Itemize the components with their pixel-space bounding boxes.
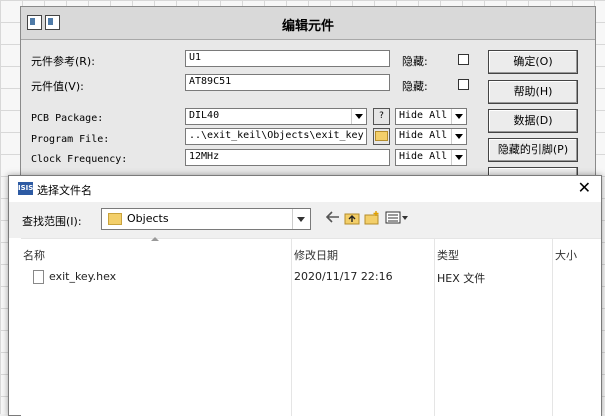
data-button[interactable]: 数据(D) (488, 109, 578, 133)
isis-app-icon: ISIS (18, 182, 33, 195)
chevron-down-icon (451, 129, 466, 144)
column-divider (434, 239, 435, 416)
column-header-type[interactable]: 类型 (437, 247, 459, 263)
new-folder-icon[interactable] (364, 211, 380, 226)
pcb-package-label: PCB Package: (31, 113, 104, 124)
file-modified: 2020/11/17 22:16 (294, 270, 393, 283)
column-divider (291, 239, 292, 416)
component-value-input[interactable]: AT89C51 (185, 74, 390, 91)
visibility-value: Hide All (399, 110, 448, 121)
pcb-package-select[interactable]: DIL40 (185, 108, 367, 125)
component-reference-input[interactable]: U1 (185, 50, 390, 67)
edit-component-dialog: 编辑元件 元件参考(R): U1 隐藏: 元件值(V): AT89C51 隐藏:… (20, 6, 596, 178)
file-name: exit_key.hex (49, 270, 117, 283)
select-file-dialog: ISIS 选择文件名 ✕ 查找范围(I): Objects 名称 修改日期 类型 (8, 175, 602, 416)
visibility-value: Hide All (399, 130, 448, 141)
file-dialog-titlebar: ISIS 选择文件名 ✕ (9, 176, 601, 202)
edit-dialog-title: 编辑元件 (281, 19, 334, 34)
close-icon[interactable]: ✕ (578, 179, 591, 197)
look-in-select[interactable]: Objects (101, 208, 311, 230)
component-reference-label: 元件参考(R): (31, 55, 95, 68)
browse-folder-button[interactable] (373, 128, 390, 145)
view-menu-icon[interactable] (385, 211, 411, 226)
look-in-label: 查找范围(I): (22, 215, 82, 228)
back-arrow-icon[interactable] (325, 211, 341, 226)
clock-frequency-visibility-select[interactable]: Hide All (395, 149, 467, 166)
file-type: HEX 文件 (437, 272, 486, 285)
folder-icon (375, 130, 388, 141)
ok-button[interactable]: 确定(O) (488, 50, 578, 74)
component-value-label: 元件值(V): (31, 80, 84, 93)
file-row[interactable]: exit_key.hex 2020/11/17 22:16 HEX 文件 (21, 267, 601, 287)
help-button[interactable]: 帮助(H) (488, 80, 578, 104)
column-divider (552, 239, 553, 416)
column-header-name[interactable]: 名称 (23, 247, 45, 263)
visibility-value: Hide All (399, 151, 448, 162)
pcb-package-visibility-select[interactable]: Hide All (395, 108, 467, 125)
edit-dialog-titlebar: 编辑元件 (21, 7, 595, 40)
chevron-down-icon (351, 109, 366, 124)
chevron-down-icon (451, 109, 466, 124)
hidden-pins-button[interactable]: 隐藏的引脚(P) (488, 138, 578, 162)
sort-ascending-icon (151, 237, 159, 241)
chevron-down-icon (451, 150, 466, 165)
clock-frequency-label: Clock Frequency: (31, 154, 128, 165)
file-dialog-toolbar: 查找范围(I): Objects (9, 202, 601, 238)
file-icon (33, 270, 44, 284)
hidden-label: 隐藏: (402, 80, 428, 93)
chevron-down-icon (292, 209, 310, 229)
pcb-package-help-button[interactable]: ? (373, 108, 390, 125)
look-in-value: Objects (127, 212, 169, 225)
column-header-modified[interactable]: 修改日期 (294, 247, 338, 263)
up-folder-icon[interactable] (344, 211, 360, 226)
program-file-input[interactable]: ..\exit_keil\Objects\exit_key.hex (185, 128, 367, 145)
file-list[interactable]: 名称 修改日期 类型 大小 exit_key.hex 2020/11/17 22… (21, 237, 601, 416)
hide-reference-checkbox[interactable] (458, 54, 469, 65)
program-file-label: Program File: (31, 134, 110, 145)
program-file-visibility-select[interactable]: Hide All (395, 128, 467, 145)
clock-frequency-input[interactable]: 12MHz (185, 149, 390, 166)
hide-value-checkbox[interactable] (458, 79, 469, 90)
file-dialog-title: 选择文件名 (37, 184, 92, 197)
hidden-label: 隐藏: (402, 55, 428, 68)
folder-icon (108, 213, 122, 225)
pcb-package-value: DIL40 (189, 110, 220, 121)
column-header-size[interactable]: 大小 (555, 247, 577, 263)
